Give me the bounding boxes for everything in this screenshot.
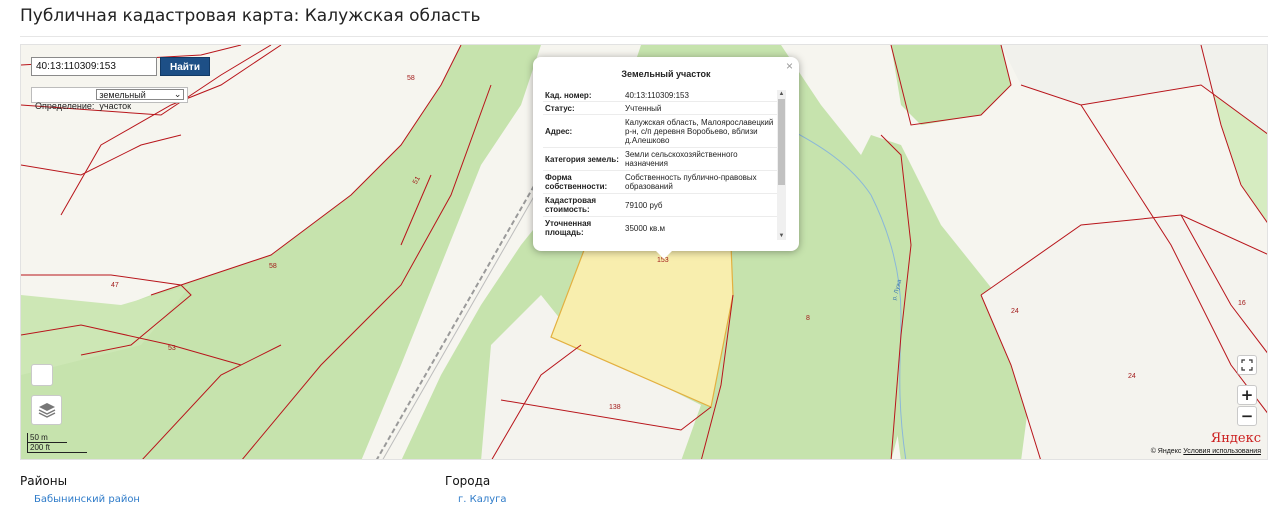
page-title: Публичная кадастровая карта: Калужская о… — [20, 6, 481, 26]
cadastral-map[interactable]: 58 51 58 47 53 153 138 8 24 24 16 р. Луж… — [20, 44, 1268, 460]
scroll-down-icon[interactable]: ▼ — [777, 232, 786, 240]
attribution-text: © Яндекс — [1150, 448, 1182, 455]
table-row: Категория земель: Земли сельскохозяйствен… — [543, 148, 779, 171]
row-value: 40:13:110309:153 — [625, 90, 689, 100]
fullscreen-icon — [1241, 359, 1253, 371]
row-key: Категория земель: — [545, 154, 619, 164]
zoom-out-icon[interactable]: − — [1237, 406, 1257, 426]
title-divider — [20, 36, 1268, 37]
chevron-down-icon: ⌄ — [173, 89, 182, 99]
parcel-attributes-table: Кад. номер: 40:13:110309:153 Статус: Учтен… — [543, 89, 779, 239]
row-key: Форма собственности: — [545, 173, 608, 191]
row-value: 35000 кв.м — [625, 223, 665, 233]
row-key: Адрес: — [545, 126, 573, 136]
map-control-button[interactable] — [31, 364, 53, 386]
row-value: Земли сельскохозяйственного назначения — [625, 150, 738, 168]
popup-pointer — [656, 251, 672, 259]
plot-number: 58 — [407, 75, 415, 82]
cities-heading: Города — [445, 474, 491, 488]
plot-number: 16 — [1238, 300, 1246, 307]
table-row: Кадастровая стоимость: 79100 руб — [543, 194, 779, 217]
row-key: Статус: — [545, 103, 575, 113]
plot-number: 58 — [269, 263, 277, 270]
scroll-up-icon[interactable]: ▲ — [777, 90, 786, 98]
table-row: Статус: Учтенный — [543, 102, 779, 115]
definition-select[interactable]: земельный участок ⌄ — [96, 89, 185, 111]
plot-number: 138 — [609, 404, 621, 411]
row-value: Собственность публично-правовых образова… — [625, 173, 757, 191]
row-value: Калужская область, Малоярославецкий р-н,… — [625, 117, 774, 145]
terms-link[interactable]: Условия использования — [1183, 448, 1261, 455]
popup-scrollbar[interactable]: ▲ ▼ — [777, 90, 786, 240]
definition-label: Определение: — [35, 101, 95, 111]
table-row: Уточненная площадь: 35000 кв.м — [543, 217, 779, 239]
definition-row: Определение:земельный участок ⌄ — [31, 87, 189, 111]
plot-number: 24 — [1128, 373, 1136, 380]
table-row: Адрес: Калужская область, Малоярославецки… — [543, 115, 779, 148]
fullscreen-button[interactable] — [1237, 355, 1257, 375]
district-link[interactable]: Бабынинский район — [34, 494, 140, 505]
popup-title: Земельный участок — [621, 69, 711, 79]
row-key: Уточненная площадь: — [545, 219, 592, 237]
cadastral-search-input[interactable]: 40:13:110309:153 — [31, 57, 157, 76]
city-link[interactable]: г. Калуга — [458, 494, 507, 505]
row-key: Кад. номер: — [545, 90, 592, 100]
row-value: 79100 руб — [625, 200, 663, 210]
plot-number: 53 — [168, 345, 176, 352]
yandex-logo: Яндекс — [1210, 431, 1261, 446]
row-key: Кадастровая стоимость: — [545, 196, 597, 214]
map-scale: 50 m 200 ft — [27, 433, 87, 453]
table-row: Кад. номер: 40:13:110309:153 — [543, 89, 779, 102]
plot-number: 47 — [111, 282, 119, 289]
districts-heading: Районы — [20, 474, 68, 488]
search-button[interactable]: Найти — [160, 57, 210, 76]
row-value: Учтенный — [625, 103, 662, 113]
table-row: Форма собственности: Собственность публич… — [543, 171, 779, 194]
map-attribution: © Яндекс Условия использования — [1151, 448, 1261, 455]
parcel-info-popup: × Земельный участок Кад. номер: 40:13:110… — [533, 57, 799, 259]
plot-number: 24 — [1011, 308, 1019, 315]
scale-secondary: 200 ft — [30, 443, 51, 452]
scale-primary: 50 m — [30, 433, 48, 442]
layers-button[interactable] — [31, 395, 62, 425]
zoom-in-icon[interactable]: + — [1237, 385, 1257, 405]
scrollbar-thumb[interactable] — [778, 99, 785, 185]
layers-icon — [38, 403, 55, 418]
plot-number: 8 — [806, 315, 810, 322]
